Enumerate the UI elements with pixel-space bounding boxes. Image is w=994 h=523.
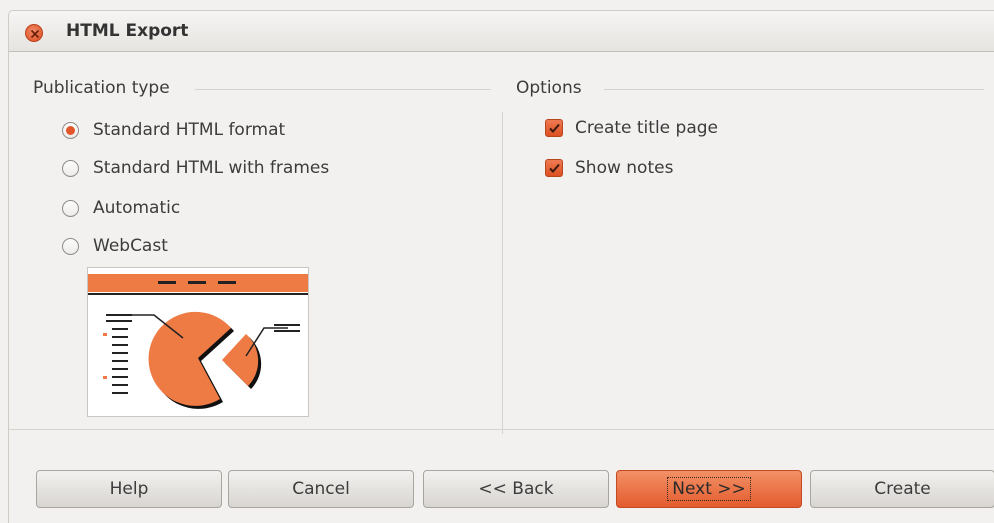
back-button[interactable]: << Back	[423, 470, 609, 508]
checkbox-label: Create title page	[575, 118, 718, 138]
publication-type-heading: Publication type	[33, 78, 170, 98]
html-export-dialog: HTML Export Publication type Standard HT…	[0, 0, 994, 523]
dialog-body: Publication type Standard HTML format St…	[8, 52, 994, 523]
radio-label: WebCast	[93, 236, 168, 256]
radio-webcast[interactable]: WebCast	[62, 234, 168, 258]
radio-button[interactable]	[62, 237, 79, 255]
title-bar: HTML Export	[8, 10, 994, 52]
radio-button-selected[interactable]	[62, 121, 79, 139]
next-button-label: Next >>	[667, 477, 751, 501]
checkbox-label: Show notes	[575, 158, 674, 178]
publication-preview-image	[87, 267, 309, 417]
radio-button[interactable]	[62, 159, 79, 177]
checkbox-show-notes[interactable]: Show notes	[545, 156, 673, 180]
checkbox-checked-icon[interactable]	[545, 159, 563, 177]
column-divider	[502, 112, 503, 434]
checkbox-create-title-page[interactable]: Create title page	[545, 116, 718, 140]
footer-divider	[9, 429, 994, 430]
dialog-title: HTML Export	[66, 21, 189, 41]
radio-label: Standard HTML with frames	[93, 158, 330, 178]
options-divider	[604, 89, 984, 90]
radio-standard-html[interactable]: Standard HTML format	[62, 118, 285, 142]
radio-label: Automatic	[93, 198, 181, 218]
radio-automatic[interactable]: Automatic	[62, 196, 180, 220]
help-button[interactable]: Help	[36, 470, 222, 508]
checkbox-checked-icon[interactable]	[545, 119, 563, 137]
radio-label: Standard HTML format	[93, 120, 286, 140]
close-icon[interactable]	[25, 24, 43, 42]
options-heading: Options	[516, 78, 582, 98]
radio-html-with-frames[interactable]: Standard HTML with frames	[62, 156, 329, 180]
next-button[interactable]: Next >>	[616, 470, 802, 508]
cancel-button[interactable]: Cancel	[228, 470, 414, 508]
create-button[interactable]: Create	[810, 470, 994, 508]
radio-button[interactable]	[62, 199, 79, 217]
publication-type-divider	[195, 89, 491, 90]
